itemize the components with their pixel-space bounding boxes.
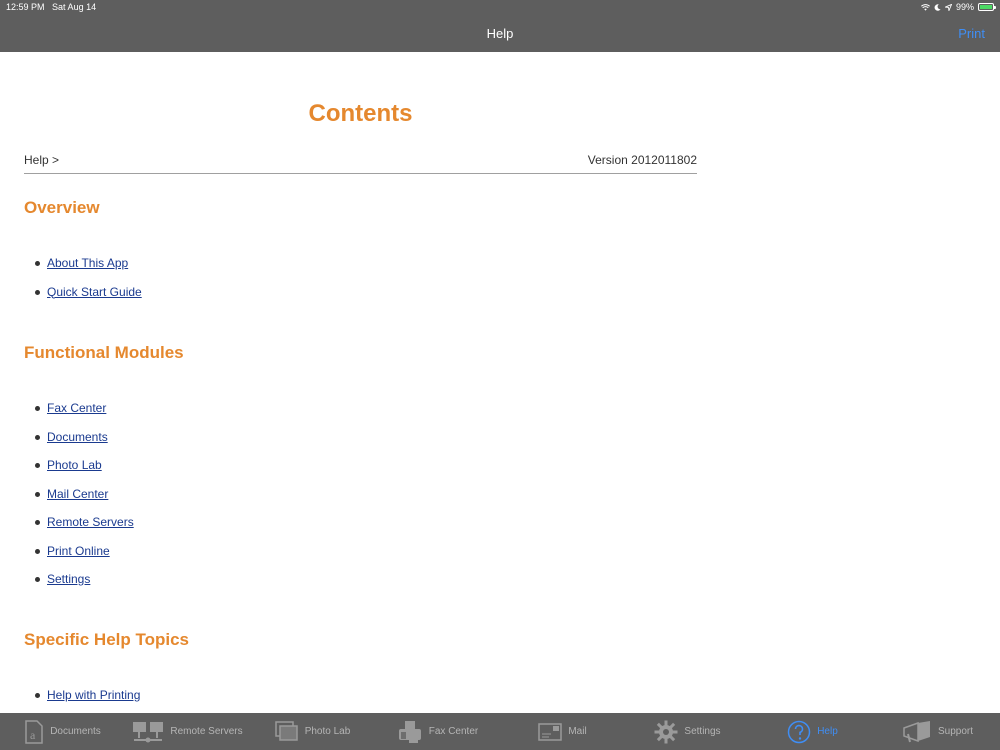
breadcrumb-row: Help > Version 2012011802 [24,153,697,174]
battery-percent: 99% [955,2,974,12]
link-documents[interactable]: Documents [47,430,108,444]
tab-settings[interactable]: Settings [625,713,750,750]
link-photo-lab[interactable]: Photo Lab [47,458,102,472]
list-item: Mail Center [24,487,134,516]
link-print-online[interactable]: Print Online [47,544,110,558]
help-icon [787,720,811,743]
location-icon [944,3,952,11]
battery-fill [980,5,992,9]
gear-icon [654,720,678,743]
photo-lab-icon [274,720,298,741]
fax-icon [398,720,421,743]
section-heading-functional-modules: Functional Modules [24,343,184,362]
tab-label: Photo Lab [304,726,351,737]
tab-documents[interactable]: a Documents [0,713,125,750]
nav-bar: Help Print [0,16,1000,52]
list-item: About This App [24,256,142,285]
functional-modules-links: Fax Center Documents Photo Lab Mail Cent… [24,401,134,601]
status-time-text: 12:59 PM [6,2,45,12]
tab-label: Mail [568,726,587,737]
tab-support[interactable]: Support [875,713,1000,750]
status-time: 12:59 PM Sat Aug 14 [6,2,96,12]
mail-icon [538,722,563,741]
status-right: 99% [921,2,996,12]
link-about-this-app[interactable]: About This App [47,256,128,270]
list-item: Documents [24,430,134,459]
version-label: Version 2012011802 [587,153,697,167]
tab-fax-center[interactable]: Fax Center [375,713,500,750]
breadcrumb[interactable]: Help > [24,153,59,167]
tab-label: Support [937,726,974,737]
list-item: Photo Lab [24,458,134,487]
page-title: Contents [308,100,413,127]
list-item: Settings [24,572,134,601]
nav-title: Help [486,26,514,41]
list-item: Fax Center [24,401,134,430]
tab-mail[interactable]: Mail [500,713,625,750]
tab-label: Help [817,726,838,737]
battery-icon [978,3,996,11]
moon-icon [934,3,941,11]
link-fax-center[interactable]: Fax Center [47,401,106,415]
section-heading-overview: Overview [24,198,100,217]
print-button[interactable]: Print [958,26,985,41]
overview-links: About This App Quick Start Guide [24,256,142,313]
tab-photo-lab[interactable]: Photo Lab [250,713,375,750]
tab-label: Fax Center [428,726,479,737]
svg-text:a: a [30,728,36,742]
tab-label: Remote Servers [170,726,243,737]
link-mail-center[interactable]: Mail Center [47,487,108,501]
link-remote-servers[interactable]: Remote Servers [47,515,134,529]
tab-help[interactable]: Help [750,713,875,750]
link-help-with-printing[interactable]: Help with Printing [47,688,140,702]
status-date-text: Sat Aug 14 [52,2,97,12]
remote-servers-icon [133,721,164,742]
tab-label: Documents [50,726,101,737]
tab-bar: a Documents Remote Servers Photo Lab Fax… [0,713,1000,750]
link-quick-start-guide[interactable]: Quick Start Guide [47,285,142,299]
section-heading-specific-help-topics: Specific Help Topics [24,630,190,649]
tab-remote-servers[interactable]: Remote Servers [125,713,250,750]
status-bar: 12:59 PM Sat Aug 14 99% [0,0,1000,16]
support-icon [903,720,930,742]
documents-icon: a [25,719,43,744]
wifi-icon [921,3,930,11]
list-item: Remote Servers [24,515,134,544]
tab-label: Settings [684,726,721,737]
list-item: Print Online [24,544,134,573]
list-item: Quick Start Guide [24,285,142,314]
link-settings[interactable]: Settings [47,572,90,586]
